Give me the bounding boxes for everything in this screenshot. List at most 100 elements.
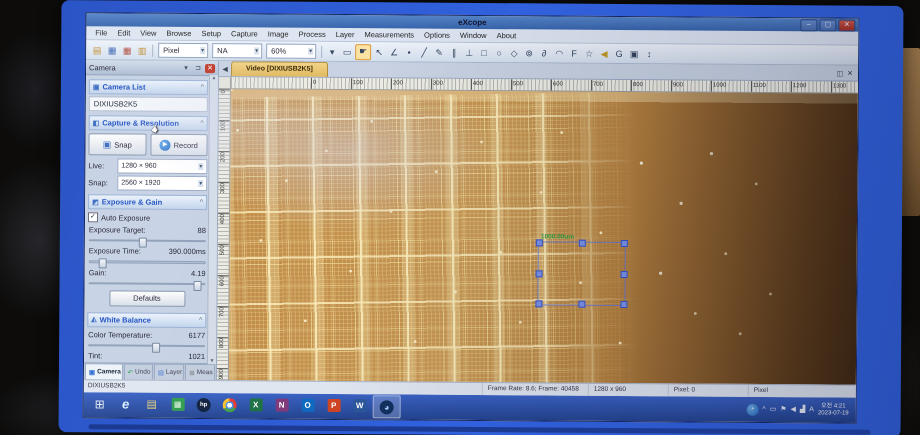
handle[interactable]: [536, 239, 543, 246]
menu-item[interactable]: Window: [455, 31, 492, 40]
chrome-icon[interactable]: ●: [217, 394, 243, 415]
flag-icon[interactable]: ⚑: [780, 404, 786, 416]
volume-icon[interactable]: ◀: [790, 404, 795, 416]
exposure-target-slider[interactable]: [89, 239, 206, 242]
section-white-balance[interactable]: ◭ White Balance ^: [87, 312, 206, 328]
pin-icon[interactable]: ⊐: [193, 64, 203, 72]
snap-button[interactable]: ▣ Snap: [88, 133, 146, 155]
menu-item[interactable]: File: [90, 28, 112, 37]
unit-select[interactable]: Pixel▾: [158, 43, 208, 58]
arc-icon[interactable]: ◠: [552, 46, 566, 60]
section-camera-list[interactable]: ▣ Camera List ^: [89, 79, 208, 95]
collapse-icon[interactable]: ^: [200, 120, 203, 127]
handle[interactable]: [621, 271, 628, 278]
gain-slider[interactable]: [89, 282, 206, 285]
text-icon[interactable]: F: [567, 46, 581, 60]
scroll-down-icon[interactable]: ▼: [209, 358, 214, 364]
measurement-rectangle[interactable]: 1000.00um: [537, 241, 625, 306]
close-button[interactable]: ✕: [838, 19, 855, 31]
sidebar-scrollbar[interactable]: ▲ ▼: [207, 75, 218, 364]
close-icon[interactable]: ✕: [847, 68, 853, 81]
defaults-button[interactable]: Defaults: [109, 290, 185, 307]
green-app-icon[interactable]: ▦: [165, 394, 191, 415]
perpendicular-icon[interactable]: ⊥: [462, 45, 476, 59]
section-exposure-gain[interactable]: ◩ Exposure & Gain ^: [88, 194, 207, 210]
export-icon[interactable]: ↕: [642, 47, 656, 61]
record-button[interactable]: ▶ Record: [150, 134, 208, 156]
exposure-time-slider[interactable]: [89, 261, 206, 264]
ime-icon[interactable]: A: [809, 404, 814, 416]
tray-expand-icon[interactable]: ^: [762, 403, 765, 415]
menu-item[interactable]: Image: [263, 29, 294, 38]
panel-menu-icon[interactable]: ▾: [181, 64, 191, 72]
menu-item[interactable]: Measurements: [359, 30, 419, 39]
excope-icon[interactable]: ◕: [373, 395, 401, 418]
outlook-icon[interactable]: O: [295, 395, 321, 416]
handle[interactable]: [620, 301, 627, 308]
start-icon[interactable]: ⊞: [87, 393, 113, 414]
slider-thumb[interactable]: [99, 259, 107, 269]
menu-item[interactable]: View: [135, 29, 161, 38]
explorer-icon[interactable]: ▤: [139, 394, 165, 415]
menu-item[interactable]: Browse: [161, 29, 196, 38]
pencil-icon[interactable]: ✎: [432, 45, 446, 59]
minimize-button[interactable]: –: [800, 19, 817, 31]
polygon-icon[interactable]: ◇: [507, 46, 521, 60]
ie-icon[interactable]: e: [113, 393, 139, 414]
handle[interactable]: [621, 240, 628, 247]
collapse-icon[interactable]: ^: [200, 199, 203, 206]
open-icon[interactable]: ▤: [90, 43, 104, 57]
point-icon[interactable]: •: [402, 45, 416, 59]
menu-item[interactable]: Options: [419, 31, 455, 40]
snap-resolution-select[interactable]: 2560 × 1920▾: [117, 175, 207, 191]
angle-icon[interactable]: ∠: [387, 45, 401, 59]
video-canvas[interactable]: 1000.00um: [229, 89, 858, 384]
grid-icon[interactable]: G: [612, 46, 626, 60]
menu-item[interactable]: Capture: [226, 29, 263, 38]
fit-dropdown-icon[interactable]: ▾: [325, 44, 339, 58]
save-as-icon[interactable]: ▦: [120, 43, 134, 57]
announce-icon[interactable]: ◀: [597, 46, 611, 60]
zoom-select[interactable]: 60%▾: [266, 43, 316, 58]
hp-icon[interactable]: hp: [191, 394, 217, 415]
auto-exposure-checkbox[interactable]: ✓: [88, 212, 98, 222]
excel-icon[interactable]: X: [243, 394, 269, 415]
handle[interactable]: [578, 301, 585, 308]
line-icon[interactable]: ╱: [417, 45, 431, 59]
star-icon[interactable]: ☆: [582, 46, 596, 60]
menu-item[interactable]: Edit: [112, 28, 135, 37]
scroll-up-icon[interactable]: ▲: [211, 75, 216, 81]
panel-close-icon[interactable]: ✕: [205, 64, 215, 73]
float-icon[interactable]: ◫: [836, 67, 843, 80]
na-select[interactable]: NA▾: [212, 43, 262, 58]
menu-item[interactable]: Layer: [331, 30, 360, 39]
measure-tab[interactable]: ⊞ Meas: [185, 364, 215, 380]
browse-icon[interactable]: ▥: [135, 43, 149, 57]
cursor-icon[interactable]: ↖: [372, 45, 386, 59]
collapse-icon[interactable]: ^: [201, 84, 204, 91]
select-rect-icon[interactable]: ▭: [340, 45, 354, 59]
parallel-icon[interactable]: ∥: [447, 45, 461, 59]
agent-icon[interactable]: ◔: [746, 403, 758, 415]
menu-item[interactable]: Process: [294, 30, 331, 39]
undo-tab[interactable]: ↶ Undo: [123, 364, 152, 380]
slider-thumb[interactable]: [139, 238, 147, 248]
onenote-icon[interactable]: N: [269, 395, 295, 416]
camera-list-item[interactable]: DIXIUSB2K5: [89, 96, 208, 112]
menu-item[interactable]: Setup: [196, 29, 226, 38]
maximize-button[interactable]: ▢: [819, 19, 836, 31]
powerpoint-icon[interactable]: P: [321, 395, 347, 416]
ellipse-icon[interactable]: ○: [492, 46, 506, 60]
word-icon[interactable]: W: [347, 395, 373, 416]
monitor-icon[interactable]: ▭: [770, 404, 777, 416]
slider-thumb[interactable]: [152, 342, 160, 352]
calibrate-icon[interactable]: ▣: [627, 47, 641, 61]
collapse-icon[interactable]: ^: [199, 317, 202, 324]
handle[interactable]: [536, 270, 543, 277]
curve-icon[interactable]: ∂: [537, 46, 551, 60]
live-resolution-select[interactable]: 1280 × 960▾: [117, 158, 207, 174]
section-capture-resolution[interactable]: ◧ Capture & Resolution ^: [89, 115, 208, 131]
rectangle-icon[interactable]: □: [477, 45, 491, 59]
video-tab[interactable]: Video [DIXIUSB2K5]: [231, 61, 328, 77]
handle[interactable]: [535, 300, 542, 307]
